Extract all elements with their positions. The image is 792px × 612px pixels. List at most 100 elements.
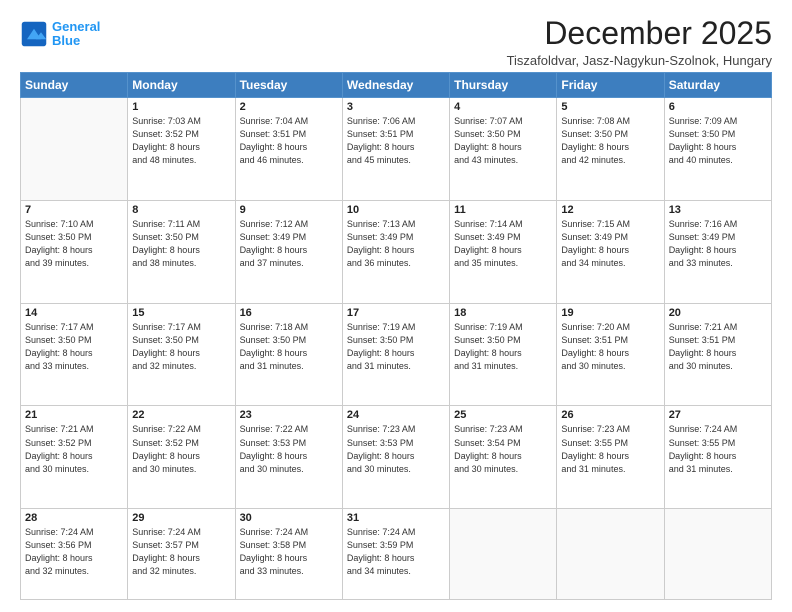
header: General Blue December 2025 Tiszafoldvar,… (20, 16, 772, 68)
calendar-cell-w4-d1: 22 Sunrise: 7:22 AM Sunset: 3:52 PM Dayli… (128, 406, 235, 509)
day-number-5: 5 (561, 101, 659, 113)
calendar-week-5: 28 Sunrise: 7:24 AM Sunset: 3:56 PM Dayli… (21, 509, 772, 600)
day-number-30: 30 (240, 512, 338, 524)
calendar-cell-w4-d4: 25 Sunrise: 7:23 AM Sunset: 3:54 PM Dayli… (450, 406, 557, 509)
calendar-table: Sunday Monday Tuesday Wednesday Thursday… (20, 72, 772, 600)
day-number-25: 25 (454, 409, 552, 421)
calendar-cell-w4-d3: 24Sunrise: 7:23 AM Sunset: 3:53 PM Dayli… (342, 406, 449, 509)
calendar-cell-w4-d5: 26 Sunrise: 7:23 AM Sunset: 3:55 PM Dayli… (557, 406, 664, 509)
day-number-14: 14 (25, 307, 123, 319)
day-info-13: Sunrise: 7:16 AM Sunset: 3:49 PM Dayligh… (669, 218, 767, 270)
header-sunday: Sunday (21, 73, 128, 98)
day-number-1: 1 (132, 101, 230, 113)
header-monday: Monday (128, 73, 235, 98)
day-number-16: 16 (240, 307, 338, 319)
day-info-1: Sunrise: 7:03 AM Sunset: 3:52 PM Dayligh… (132, 115, 230, 167)
day-number-17: 17 (347, 307, 445, 319)
calendar-cell-w1-d6: 6 Sunrise: 7:09 AM Sunset: 3:50 PM Daylig… (664, 98, 771, 201)
day-info-23: Sunrise: 7:22 AM Sunset: 3:53 PM Dayligh… (240, 423, 338, 475)
calendar-cell-w3-d6: 20 Sunrise: 7:21 AM Sunset: 3:51 PM Dayli… (664, 303, 771, 406)
calendar-cell-w1-d2: 2Sunrise: 7:04 AM Sunset: 3:51 PM Daylig… (235, 98, 342, 201)
day-info-5: Sunrise: 7:08 AM Sunset: 3:50 PM Dayligh… (561, 115, 659, 167)
header-thursday: Thursday (450, 73, 557, 98)
day-number-10: 10 (347, 204, 445, 216)
calendar-cell-w3-d1: 15 Sunrise: 7:17 AM Sunset: 3:50 PM Dayli… (128, 303, 235, 406)
day-info-17: Sunrise: 7:19 AM Sunset: 3:50 PM Dayligh… (347, 321, 445, 373)
day-number-20: 20 (669, 307, 767, 319)
day-info-3: Sunrise: 7:06 AM Sunset: 3:51 PM Dayligh… (347, 115, 445, 167)
logo-text: General Blue (52, 20, 100, 49)
subtitle: Tiszafoldvar, Jasz-Nagykun-Szolnok, Hung… (507, 53, 772, 68)
day-info-26: Sunrise: 7:23 AM Sunset: 3:55 PM Dayligh… (561, 423, 659, 475)
calendar-cell-w1-d0 (21, 98, 128, 201)
day-info-27: Sunrise: 7:24 AM Sunset: 3:55 PM Dayligh… (669, 423, 767, 475)
day-info-2: Sunrise: 7:04 AM Sunset: 3:51 PM Dayligh… (240, 115, 338, 167)
day-number-6: 6 (669, 101, 767, 113)
day-info-11: Sunrise: 7:14 AM Sunset: 3:49 PM Dayligh… (454, 218, 552, 270)
calendar-week-3: 14 Sunrise: 7:17 AM Sunset: 3:50 PM Dayli… (21, 303, 772, 406)
calendar-cell-w5-d5 (557, 509, 664, 600)
calendar-cell-w3-d4: 18 Sunrise: 7:19 AM Sunset: 3:50 PM Dayli… (450, 303, 557, 406)
calendar-cell-w2-d4: 11 Sunrise: 7:14 AM Sunset: 3:49 PM Dayli… (450, 200, 557, 303)
day-number-31: 31 (347, 512, 445, 524)
day-info-15: Sunrise: 7:17 AM Sunset: 3:50 PM Dayligh… (132, 321, 230, 373)
day-number-27: 27 (669, 409, 767, 421)
month-title: December 2025 (507, 16, 772, 51)
header-tuesday: Tuesday (235, 73, 342, 98)
day-number-28: 28 (25, 512, 123, 524)
logo-icon (20, 20, 48, 48)
day-number-12: 12 (561, 204, 659, 216)
day-info-19: Sunrise: 7:20 AM Sunset: 3:51 PM Dayligh… (561, 321, 659, 373)
day-number-26: 26 (561, 409, 659, 421)
calendar-cell-w2-d5: 12Sunrise: 7:15 AM Sunset: 3:49 PM Dayli… (557, 200, 664, 303)
day-number-4: 4 (454, 101, 552, 113)
logo: General Blue (20, 20, 100, 49)
calendar-cell-w1-d3: 3Sunrise: 7:06 AM Sunset: 3:51 PM Daylig… (342, 98, 449, 201)
header-saturday: Saturday (664, 73, 771, 98)
day-info-18: Sunrise: 7:19 AM Sunset: 3:50 PM Dayligh… (454, 321, 552, 373)
day-info-22: Sunrise: 7:22 AM Sunset: 3:52 PM Dayligh… (132, 423, 230, 475)
day-number-13: 13 (669, 204, 767, 216)
logo-line2: Blue (52, 33, 80, 48)
day-info-20: Sunrise: 7:21 AM Sunset: 3:51 PM Dayligh… (669, 321, 767, 373)
calendar-week-1: 1 Sunrise: 7:03 AM Sunset: 3:52 PM Daylig… (21, 98, 772, 201)
day-info-25: Sunrise: 7:23 AM Sunset: 3:54 PM Dayligh… (454, 423, 552, 475)
calendar-week-2: 7 Sunrise: 7:10 AM Sunset: 3:50 PM Daylig… (21, 200, 772, 303)
day-number-23: 23 (240, 409, 338, 421)
day-info-6: Sunrise: 7:09 AM Sunset: 3:50 PM Dayligh… (669, 115, 767, 167)
calendar-cell-w3-d0: 14Sunrise: 7:17 AM Sunset: 3:50 PM Dayli… (21, 303, 128, 406)
day-number-7: 7 (25, 204, 123, 216)
day-info-30: Sunrise: 7:24 AM Sunset: 3:58 PM Dayligh… (240, 526, 338, 578)
calendar-cell-w3-d3: 17 Sunrise: 7:19 AM Sunset: 3:50 PM Dayli… (342, 303, 449, 406)
day-number-19: 19 (561, 307, 659, 319)
header-wednesday: Wednesday (342, 73, 449, 98)
day-number-18: 18 (454, 307, 552, 319)
calendar-cell-w5-d4 (450, 509, 557, 600)
logo-line1: General (52, 19, 100, 34)
day-number-21: 21 (25, 409, 123, 421)
day-number-11: 11 (454, 204, 552, 216)
day-number-22: 22 (132, 409, 230, 421)
calendar-cell-w2-d1: 8Sunrise: 7:11 AM Sunset: 3:50 PM Daylig… (128, 200, 235, 303)
calendar-cell-w3-d2: 16 Sunrise: 7:18 AM Sunset: 3:50 PM Dayli… (235, 303, 342, 406)
calendar-cell-w4-d6: 27 Sunrise: 7:24 AM Sunset: 3:55 PM Dayli… (664, 406, 771, 509)
day-number-24: 24 (347, 409, 445, 421)
day-info-10: Sunrise: 7:13 AM Sunset: 3:49 PM Dayligh… (347, 218, 445, 270)
day-info-28: Sunrise: 7:24 AM Sunset: 3:56 PM Dayligh… (25, 526, 123, 578)
calendar-cell-w1-d5: 5 Sunrise: 7:08 AM Sunset: 3:50 PM Daylig… (557, 98, 664, 201)
day-number-15: 15 (132, 307, 230, 319)
title-block: December 2025 Tiszafoldvar, Jasz-Nagykun… (507, 16, 772, 68)
calendar-cell-w5-d2: 30 Sunrise: 7:24 AM Sunset: 3:58 PM Dayli… (235, 509, 342, 600)
calendar-cell-w1-d1: 1 Sunrise: 7:03 AM Sunset: 3:52 PM Daylig… (128, 98, 235, 201)
day-info-29: Sunrise: 7:24 AM Sunset: 3:57 PM Dayligh… (132, 526, 230, 578)
header-friday: Friday (557, 73, 664, 98)
calendar-week-4: 21Sunrise: 7:21 AM Sunset: 3:52 PM Dayli… (21, 406, 772, 509)
day-info-16: Sunrise: 7:18 AM Sunset: 3:50 PM Dayligh… (240, 321, 338, 373)
calendar-cell-w5-d0: 28 Sunrise: 7:24 AM Sunset: 3:56 PM Dayli… (21, 509, 128, 600)
calendar-cell-w2-d3: 10 Sunrise: 7:13 AM Sunset: 3:49 PM Dayli… (342, 200, 449, 303)
calendar-cell-w3-d5: 19 Sunrise: 7:20 AM Sunset: 3:51 PM Dayli… (557, 303, 664, 406)
page: General Blue December 2025 Tiszafoldvar,… (0, 0, 792, 612)
calendar-cell-w5-d1: 29Sunrise: 7:24 AM Sunset: 3:57 PM Dayli… (128, 509, 235, 600)
day-info-8: Sunrise: 7:11 AM Sunset: 3:50 PM Dayligh… (132, 218, 230, 270)
day-info-7: Sunrise: 7:10 AM Sunset: 3:50 PM Dayligh… (25, 218, 123, 270)
